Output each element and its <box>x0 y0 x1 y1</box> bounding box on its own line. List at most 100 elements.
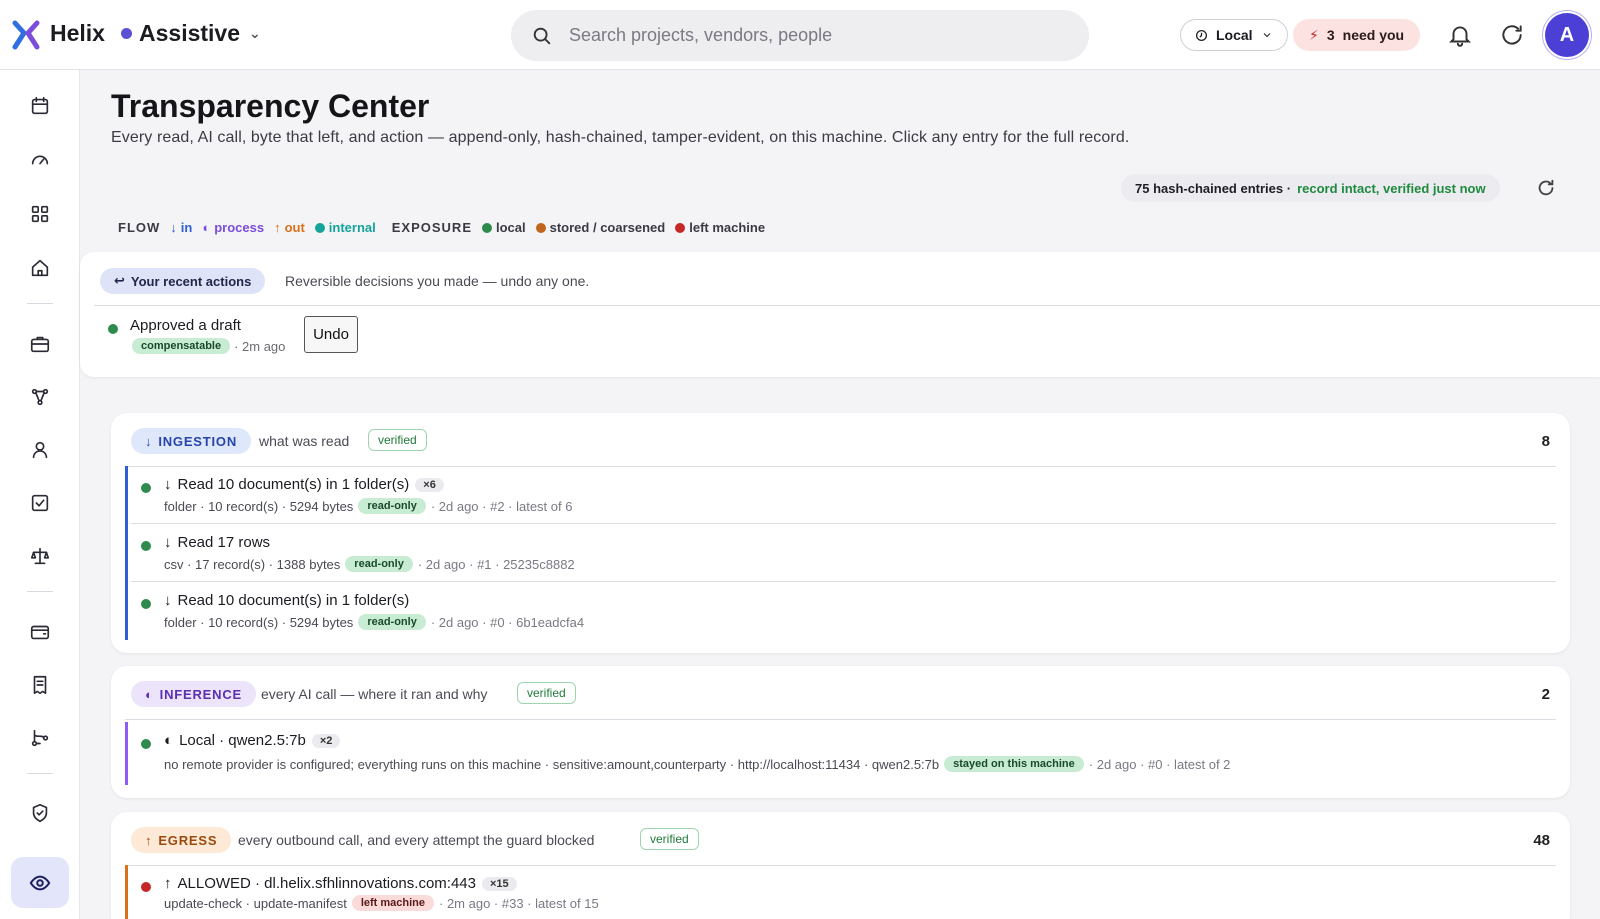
scale-icon[interactable] <box>22 538 58 574</box>
row-meta-tail: · 2d ago · #0 · latest of 2 <box>1088 756 1231 772</box>
row-title-text: Read 10 document(s) in 1 folder(s) <box>177 476 410 493</box>
status-dot <box>141 882 151 892</box>
logo-icon[interactable] <box>12 20 40 50</box>
row-title-text: Read 17 rows <box>177 534 271 551</box>
recent-actions-card: ↩ Your recent actions Reversible decisio… <box>80 252 1600 377</box>
read-only-chip: read-only <box>358 498 426 514</box>
left-machine-chip: left machine <box>351 895 435 911</box>
row-meta-tail: · 2d ago · #0 · 6b1eadcfa4 <box>430 614 585 630</box>
top-bar: Helix Assistive ⌄ Local ⚡ 3 need you A <box>0 0 1600 70</box>
grid-icon[interactable] <box>22 196 58 232</box>
egress-description: every outbound call, and every attempt t… <box>238 832 595 848</box>
inference-count: 2 <box>1541 686 1550 703</box>
divider <box>125 719 1556 720</box>
need-count: 3 <box>1326 27 1335 43</box>
legend-in: ↓ in <box>170 220 193 235</box>
sidebar <box>0 70 80 919</box>
clock-icon <box>1195 29 1208 41</box>
legend-local: local <box>482 220 526 235</box>
legend-internal: internal <box>314 220 376 235</box>
legend-out-label: out <box>284 220 305 235</box>
receipt-icon[interactable] <box>22 667 58 703</box>
status-dot <box>108 324 118 334</box>
undo-arrow-icon: ↩ <box>114 273 125 288</box>
row-meta: csv · 17 record(s) · 1388 bytes read-only… <box>164 556 575 572</box>
row-title-text: ALLOWED · dl.helix.sfhlinnovations.com:4… <box>177 875 476 892</box>
divider <box>94 305 1600 306</box>
checkbox-icon[interactable] <box>22 485 58 521</box>
ingestion-section: ↓ INGESTION what was read verified 8 ↓ R… <box>111 413 1570 653</box>
inference-row[interactable]: ◐ Local · qwen2.5:7b ×2 no remote provide… <box>125 722 1556 785</box>
page-title: Transparency Center <box>111 88 430 124</box>
legend-process-label: process <box>214 220 265 235</box>
search-bar[interactable] <box>511 10 1089 61</box>
route-icon[interactable] <box>22 720 58 756</box>
egress-tag-label: EGRESS <box>158 832 218 848</box>
undo-button[interactable]: Undo <box>304 316 358 353</box>
recent-actions-tag-label: Your recent actions <box>130 273 252 289</box>
recent-action-meta: compensatable · 2m ago <box>132 338 285 354</box>
row-meta: update-check · update-manifest left machi… <box>164 895 599 911</box>
inference-description: every AI call — where it ran and why <box>261 686 488 702</box>
gauge-icon[interactable] <box>22 142 58 178</box>
chain-status-pill: 75 hash-chained entries · record intact,… <box>1121 174 1500 202</box>
verified-badge: verified <box>368 429 427 451</box>
local-selector[interactable]: Local <box>1180 19 1288 51</box>
nav-divider <box>27 591 53 592</box>
shield-icon[interactable] <box>22 795 58 831</box>
stayed-local-chip: stayed on this machine <box>944 756 1084 772</box>
search-input[interactable] <box>569 25 1049 46</box>
row-meta-text: folder · 10 record(s) · 5294 bytes <box>164 614 354 630</box>
status-dot <box>141 483 151 493</box>
mode-selector[interactable]: Assistive ⌄ <box>121 20 261 47</box>
ingestion-tag-label: INGESTION <box>158 433 238 449</box>
count-badge: ×6 <box>415 477 444 492</box>
graph-icon[interactable] <box>22 379 58 415</box>
verified-badge: verified <box>517 682 576 704</box>
status-dot <box>141 599 151 609</box>
briefcase-icon[interactable] <box>22 326 58 362</box>
recent-action-title[interactable]: Approved a draft <box>130 317 241 334</box>
row-meta: no remote provider is configured; everyt… <box>164 756 1230 772</box>
avatar[interactable]: A <box>1545 13 1589 57</box>
refresh-icon[interactable] <box>1499 22 1525 48</box>
page-subtitle: Every read, AI call, byte that left, and… <box>111 129 1130 146</box>
ingestion-row[interactable]: ↓ Read 10 document(s) in 1 folder(s) fol… <box>125 582 1556 640</box>
inference-tag: ◐ INFERENCE <box>131 681 256 707</box>
home-icon[interactable] <box>22 250 58 286</box>
row-meta: folder · 10 record(s) · 5294 bytes read-o… <box>164 498 572 514</box>
ingestion-row[interactable]: ↓ Read 17 rows csv · 17 record(s) · 1388… <box>125 524 1556 582</box>
need-you-button[interactable]: ⚡ 3 need you <box>1293 19 1421 51</box>
eye-icon[interactable] <box>22 865 58 901</box>
bell-icon[interactable] <box>1447 22 1473 48</box>
read-only-chip: read-only <box>345 556 413 572</box>
chevron-down-icon: ⌄ <box>249 25 261 41</box>
legend-left: left machine <box>675 220 765 235</box>
row-meta-text: folder · 10 record(s) · 5294 bytes <box>164 498 354 514</box>
ingestion-row[interactable]: ↓ Read 10 document(s) in 1 folder(s) ×6 f… <box>125 466 1556 524</box>
nav-divider <box>27 773 53 774</box>
row-meta-text: no remote provider is configured; everyt… <box>164 756 940 772</box>
wallet-icon[interactable] <box>22 614 58 650</box>
row-meta-tail: · 2d ago · #2 · latest of 6 <box>430 498 573 514</box>
legend-stored: stored / coarsened <box>535 220 665 235</box>
inference-tag-label: INFERENCE <box>159 686 242 702</box>
status-dot <box>141 541 151 551</box>
brand-name: Helix <box>50 20 105 46</box>
verified-badge: verified <box>640 828 699 850</box>
legend-local-label: local <box>496 220 526 235</box>
egress-row[interactable]: ↑ ALLOWED · dl.helix.sfhlinnovations.com… <box>125 865 1556 919</box>
refresh-icon[interactable] <box>1535 177 1557 199</box>
egress-tag: ↑ EGRESS <box>131 827 232 853</box>
calendar-icon[interactable] <box>22 88 58 124</box>
legend: FLOW ↓ in ◐ process ↑ out internal EXPOS… <box>118 220 775 235</box>
person-icon[interactable] <box>22 432 58 468</box>
legend-out: ↑ out <box>274 220 305 235</box>
ingestion-description: what was read <box>259 433 350 449</box>
row-meta-text: update-check · update-manifest <box>164 895 347 911</box>
row-meta-tail: · 2m ago · #33 · latest of 15 <box>439 895 599 911</box>
chain-count: 75 hash-chained entries · <box>1135 180 1292 196</box>
legend-exposure-label: EXPOSURE <box>391 220 472 235</box>
recent-action-time: · 2m ago <box>234 338 286 354</box>
compensatable-chip: compensatable <box>132 338 231 354</box>
